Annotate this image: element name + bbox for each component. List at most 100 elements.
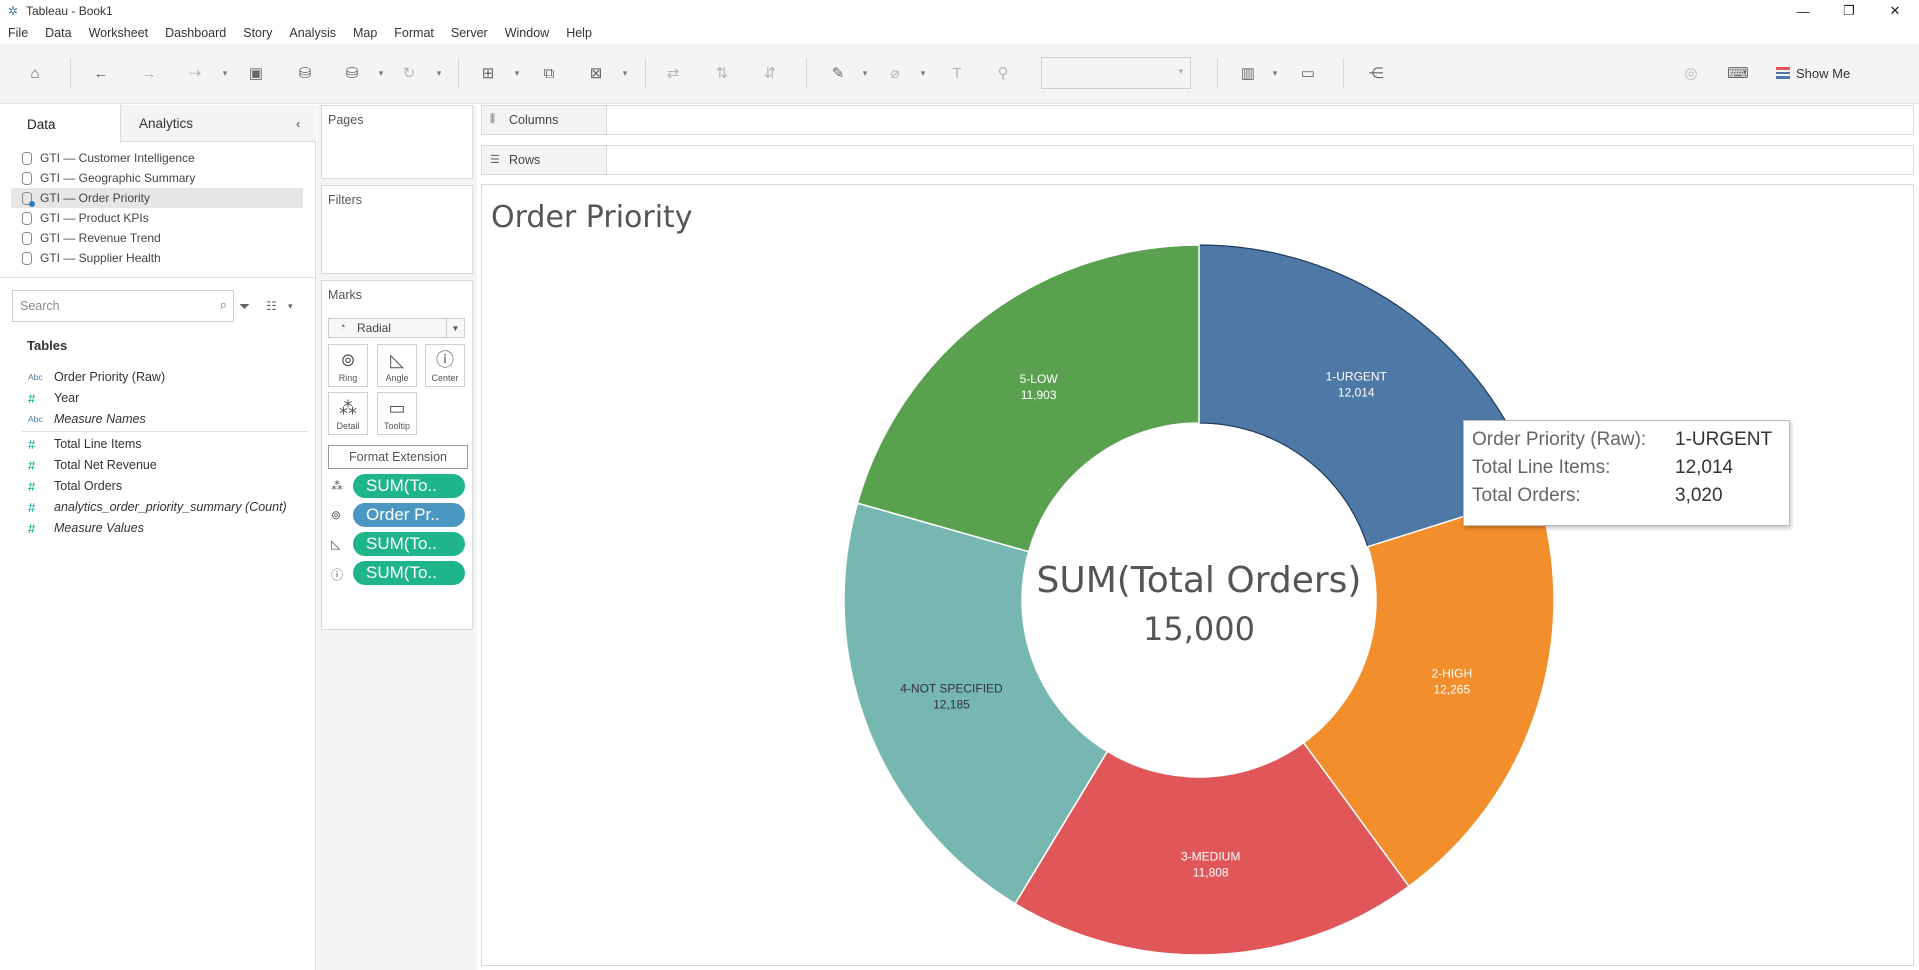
tooltip-pin-icon[interactable]: ⌨ [1725, 60, 1751, 86]
refresh-dropdown-icon[interactable]: ▾ [433, 60, 445, 86]
menu-map[interactable]: Map [345, 26, 386, 40]
slice-value-label: 11,903 [1021, 388, 1057, 402]
refresh-icon[interactable]: ↻ [396, 60, 422, 86]
pause-updates-icon[interactable]: ⛁ [339, 60, 365, 86]
pill-sum-angle[interactable]: SUM(To.. [353, 532, 465, 556]
pill-order-priority[interactable]: Order Pr.. [353, 503, 465, 527]
back-arrow-icon[interactable]: ← [88, 60, 114, 86]
detail-button[interactable]: ⁂ Detail [328, 392, 368, 435]
tooltip-icon: ▭ [388, 398, 406, 418]
new-worksheet-dropdown-icon[interactable]: ▾ [511, 60, 523, 86]
menu-help[interactable]: Help [558, 26, 601, 40]
duplicate-sheet-icon[interactable]: ⧉ [536, 60, 562, 86]
redo-icon[interactable]: ⇢ [182, 60, 208, 86]
group-members-icon[interactable]: ⌀ [882, 60, 908, 86]
redo-dropdown-icon[interactable]: ▾ [219, 60, 231, 86]
menu-dashboard[interactable]: Dashboard [157, 26, 235, 40]
ask-data-icon[interactable]: ◎ [1678, 60, 1704, 86]
save-icon[interactable]: ▣ [243, 60, 269, 86]
ring-button[interactable]: ⊚ Ring [328, 344, 368, 387]
pages-card[interactable]: Pages [321, 105, 473, 179]
field-total-net-revenue[interactable]: # Total Net Revenue [28, 455, 157, 475]
home-icon[interactable]: ⌂ [22, 60, 48, 86]
search-input[interactable]: Search ⌕ [12, 290, 234, 322]
show-me-button[interactable]: Show Me [1776, 61, 1850, 85]
sort-ascending-icon[interactable]: ⇅ [709, 60, 735, 86]
tableau-logo-icon: ✲ [7, 4, 19, 18]
fix-axes-icon[interactable]: ⚲ [990, 60, 1016, 86]
slice-value-label: 12,265 [1433, 683, 1470, 697]
database-icon [22, 211, 32, 225]
data-source-item[interactable]: GTI — Product KPIs [22, 208, 149, 228]
tooltip-button[interactable]: ▭ Tooltip [377, 392, 417, 435]
forward-arrow-icon[interactable]: → [136, 60, 162, 86]
highlight-icon[interactable]: ✎ [825, 60, 851, 86]
show-cards-dropdown-icon[interactable]: ▾ [1269, 60, 1281, 86]
rows-shelf[interactable]: ☰ Rows [481, 145, 1914, 175]
field-order-priority-raw[interactable]: Abc Order Priority (Raw) [28, 367, 165, 387]
field-year[interactable]: # Year [28, 388, 79, 408]
clear-dropdown-icon[interactable]: ▾ [619, 60, 631, 86]
view-options-dropdown-icon[interactable]: ▾ [288, 291, 293, 321]
database-icon [22, 251, 32, 265]
show-labels-icon[interactable]: T [944, 60, 970, 86]
center-button[interactable]: ⓘ Center [425, 344, 465, 387]
donut-chart[interactable]: 1-URGENT 12,014 2-HIGH 12,265 3-MEDIUM 11,808… [482, 185, 1914, 966]
data-source-item[interactable]: GTI — Customer Intelligence [22, 148, 195, 168]
filters-card[interactable]: Filters [321, 185, 473, 274]
pill-row-center: ⓘ SUM(To.. [328, 561, 468, 587]
database-icon [22, 171, 32, 185]
data-source-item[interactable]: GTI — Geographic Summary [22, 168, 195, 188]
fit-dropdown[interactable]: ▾ [1041, 57, 1191, 89]
share-icon[interactable]: ⋲ [1363, 60, 1389, 86]
field-count[interactable]: # analytics_order_priority_summary (Count… [28, 497, 287, 517]
tables-heading: Tables [27, 338, 68, 353]
filter-icon[interactable]: ⏷ [239, 291, 250, 321]
mark-type-dropdown[interactable]: ◔ Radial ▼ [328, 318, 465, 338]
group-dropdown-icon[interactable]: ▾ [917, 60, 929, 86]
menu-server[interactable]: Server [443, 26, 497, 40]
worksheet-view[interactable]: Order Priority 1-URGENT 12,014 2-HIGH 12,26… [481, 184, 1914, 966]
new-data-source-icon[interactable]: ⛁ [292, 60, 318, 86]
data-source-item-selected[interactable]: GTI — Order Priority [11, 188, 303, 208]
menu-analysis[interactable]: Analysis [281, 26, 345, 40]
tab-analytics[interactable]: Analytics [122, 105, 272, 142]
menu-format[interactable]: Format [386, 26, 443, 40]
field-measure-values[interactable]: # Measure Values [28, 518, 144, 538]
show-cards-icon[interactable]: ▥ [1235, 60, 1261, 86]
pill-sum-center[interactable]: SUM(To.. [353, 561, 465, 585]
presentation-mode-icon[interactable]: ▭ [1295, 60, 1321, 86]
tab-data[interactable]: Data [0, 105, 121, 143]
data-source-item[interactable]: GTI — Revenue Trend [22, 228, 161, 248]
menu-story[interactable]: Story [235, 26, 281, 40]
highlight-dropdown-icon[interactable]: ▾ [859, 60, 871, 86]
new-worksheet-icon[interactable]: ⊞ [475, 60, 501, 86]
minimize-icon[interactable]: — [1780, 0, 1826, 22]
view-options-icon[interactable]: ☷ [266, 291, 277, 321]
show-me-icon [1776, 67, 1790, 79]
pause-dropdown-icon[interactable]: ▾ [375, 60, 387, 86]
data-source-item[interactable]: GTI — Supplier Health [22, 248, 161, 268]
swap-rows-columns-icon[interactable]: ⇄ [660, 60, 686, 86]
search-icon: ⌕ [219, 297, 227, 312]
rows-icon: ☰ [490, 154, 500, 166]
field-measure-names[interactable]: Abc Measure Names [28, 409, 146, 429]
pill-sum-detail[interactable]: SUM(To.. [353, 474, 465, 498]
menu-window[interactable]: Window [497, 26, 558, 40]
restore-icon[interactable]: ❐ [1826, 0, 1872, 22]
tooltip-row: Total Orders: 3,020 [1472, 485, 1723, 506]
close-icon[interactable]: ✕ [1872, 0, 1918, 22]
slice-value-label: 11,808 [1193, 866, 1229, 880]
field-total-orders[interactable]: # Total Orders [28, 476, 122, 496]
collapse-pane-chevron-icon[interactable]: ‹ [296, 116, 300, 131]
angle-button[interactable]: ◺ Angle [377, 344, 417, 387]
field-total-line-items[interactable]: # Total Line Items [28, 434, 142, 454]
menu-worksheet[interactable]: Worksheet [81, 26, 158, 40]
sort-descending-icon[interactable]: ⇵ [757, 60, 783, 86]
menu-file[interactable]: File [0, 26, 37, 40]
menu-data[interactable]: Data [37, 26, 80, 40]
columns-shelf[interactable]: ⫼ Columns [481, 105, 1914, 135]
format-extension-button[interactable]: Format Extension [328, 445, 468, 469]
cards-column: Pages Filters Marks ◔ Radial ▼ ⊚ Ring ◺ An… [317, 105, 477, 970]
clear-sheet-icon[interactable]: ⊠ [583, 60, 609, 86]
